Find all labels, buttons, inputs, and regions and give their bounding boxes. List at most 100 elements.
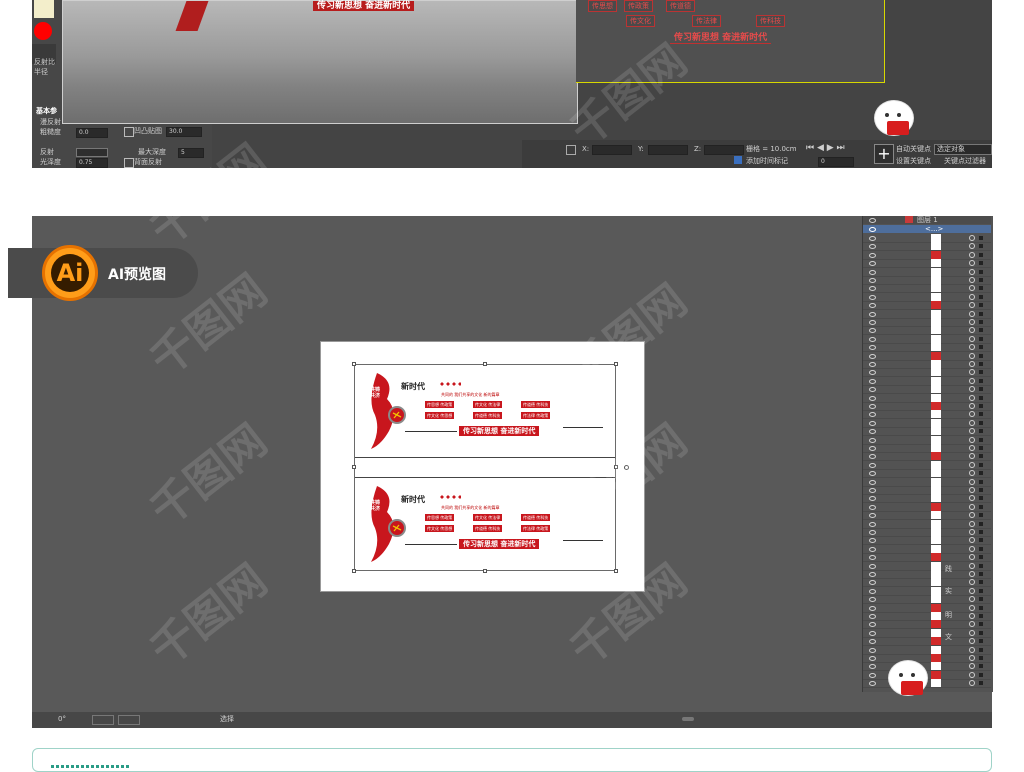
eye-icon[interactable] [869,622,876,628]
target-icon[interactable] [969,235,975,241]
color-swatch-beige[interactable] [34,0,54,18]
target-icon[interactable] [969,411,975,418]
selection-indicator[interactable] [979,454,983,459]
selection-indicator[interactable] [979,572,983,576]
target-icon[interactable] [969,419,975,426]
eye-icon[interactable] [869,378,876,384]
eye-icon[interactable] [869,538,876,544]
layer-row-top[interactable]: 图层 1 [863,216,991,224]
selection-indicator[interactable] [979,555,983,560]
selection-indicator[interactable] [979,597,983,602]
reflect-color-swatch[interactable] [76,148,108,157]
selection-indicator[interactable] [979,538,983,543]
eye-icon[interactable] [869,572,876,577]
eye-icon[interactable] [869,227,876,232]
target-icon[interactable] [969,545,975,552]
target-icon[interactable] [969,470,975,477]
layer-row-selected[interactable]: <...> [863,225,991,233]
selection-indicator[interactable] [979,664,983,669]
selection-indicator[interactable] [979,488,983,492]
target-icon[interactable] [969,327,975,334]
eye-icon[interactable] [869,588,876,594]
frame-field[interactable]: 0 [818,157,854,167]
target-icon[interactable] [969,436,975,443]
selection-indicator[interactable] [979,362,983,366]
selection-indicator[interactable] [979,437,983,442]
eye-icon[interactable] [869,362,876,367]
selection-indicator[interactable] [979,588,983,593]
selection-indicator[interactable] [979,429,983,434]
selection-indicator[interactable] [979,404,983,408]
eye-icon[interactable] [869,395,876,401]
target-icon[interactable] [969,621,975,628]
resize-handle[interactable] [614,569,618,573]
eye-icon[interactable] [869,328,876,334]
target-icon[interactable] [969,394,975,401]
eye-icon[interactable] [869,278,876,283]
eye-icon[interactable] [869,454,876,460]
eye-icon[interactable] [869,639,876,645]
selection-indicator[interactable] [979,521,983,526]
selection-indicator[interactable] [979,353,983,358]
resize-handle[interactable] [352,362,356,366]
selected-object-dropdown[interactable]: 选定对象 [934,144,992,155]
target-icon[interactable] [969,386,975,393]
selection-indicator[interactable] [979,446,983,450]
selection-indicator[interactable] [979,639,983,644]
selection-indicator[interactable] [979,244,983,249]
eye-icon[interactable] [869,479,876,485]
target-icon[interactable] [969,478,975,485]
value-field-30[interactable]: 30.0 [166,127,202,137]
target-icon[interactable] [969,243,975,250]
layer-name[interactable]: 图层 1 [917,216,938,225]
selection-indicator[interactable] [979,622,983,627]
selection-indicator[interactable] [979,605,983,610]
eye-icon[interactable] [869,404,876,409]
eye-icon[interactable] [869,471,876,477]
target-icon[interactable] [969,352,975,359]
selection-indicator[interactable] [979,530,983,534]
target-icon[interactable] [969,537,975,544]
target-icon[interactable] [969,596,975,603]
rotate-handle[interactable] [624,465,629,470]
add-key-button[interactable]: + [874,144,894,164]
page-nav-control[interactable] [92,715,114,725]
selection-indicator[interactable] [979,681,983,686]
page-nav-control[interactable] [118,715,140,725]
eye-icon[interactable] [869,269,876,275]
playback-controls-icon[interactable]: ⏮ ◀ ▶ ⏭ [806,144,845,153]
eye-icon[interactable] [869,555,876,561]
target-icon[interactable] [969,646,975,653]
target-icon[interactable] [969,503,975,510]
selection-indicator[interactable] [979,630,983,635]
eye-icon[interactable] [869,496,876,502]
selection-indicator[interactable] [979,252,983,257]
target-icon[interactable] [969,302,975,309]
target-icon[interactable] [969,671,975,678]
3d-viewport[interactable]: 传思想 传政策 传道德 传文化 传法律 传科技 传习新思想 奋进新时代 [576,0,885,83]
target-icon[interactable] [969,453,975,460]
max-depth-field[interactable]: 5 [178,148,204,158]
eye-icon[interactable] [869,320,876,325]
time-tag-label[interactable]: 添加时间标记 [746,157,788,166]
eye-icon[interactable] [869,630,876,636]
resize-handle[interactable] [614,465,618,469]
target-icon[interactable] [969,638,975,645]
eye-icon[interactable] [869,681,876,687]
target-icon[interactable] [969,529,975,535]
eye-icon[interactable] [869,504,876,510]
selection-indicator[interactable] [979,563,983,568]
target-icon[interactable] [969,554,975,561]
target-icon[interactable] [969,428,975,435]
eye-icon[interactable] [869,580,876,586]
selection-bounding-box[interactable] [354,364,616,571]
selection-indicator[interactable] [979,412,983,417]
bump-checkbox[interactable] [124,127,134,137]
eye-icon[interactable] [869,345,876,351]
eye-icon[interactable] [869,429,876,435]
lock-icon[interactable] [566,145,576,155]
target-icon[interactable] [969,293,975,300]
auto-key-label[interactable]: 自动关键点 [896,145,931,154]
eye-icon[interactable] [869,387,876,393]
selection-indicator[interactable] [979,395,983,400]
